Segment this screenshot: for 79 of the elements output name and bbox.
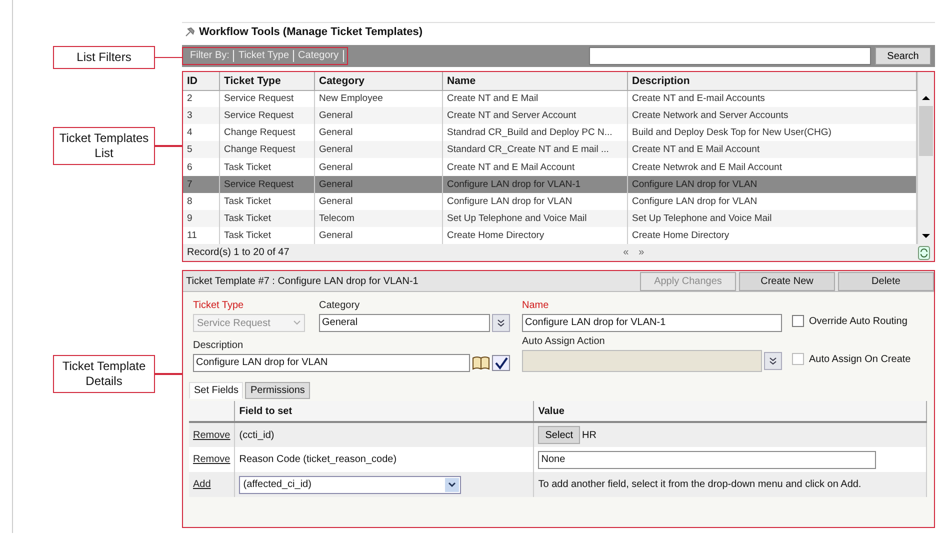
table-row[interactable]: 7 Service Request General Configure LAN drop for VLAN-1 Configure LAN drop for VLAN [183, 176, 917, 193]
select-button[interactable]: Select [538, 426, 580, 444]
window-title: Workflow Tools (Manage Ticket Templates) [199, 26, 423, 38]
column-header: Value [534, 401, 926, 422]
checkbox-label: Override Auto Routing [809, 316, 908, 326]
chevron-icon [497, 319, 505, 327]
field-label: Auto Assign Action [522, 336, 606, 347]
field-label: Ticket Type [193, 300, 245, 311]
table-cell: Set Up Telephone and Voice Mail [442, 210, 628, 227]
table-cell: Service Request [220, 107, 314, 124]
table-row[interactable]: 5 Change Request General Standard CR_Create NT and E mail ... Create NT and E Mail Account [183, 141, 917, 158]
pager-link[interactable]: « [623, 247, 629, 258]
details-title: Ticket Template #7 : Configure LAN drop for VLAN-1 [186, 276, 418, 286]
table-cell: Create Network and Server Accounts [628, 107, 917, 124]
tab[interactable]: Permissions [245, 382, 310, 399]
table-cell: Create NT and E Mail Account [628, 141, 917, 158]
book-icon [472, 355, 490, 371]
value-field[interactable]: None [538, 450, 876, 468]
table-cell: Service Request [220, 176, 314, 193]
scrollbar[interactable] [917, 72, 934, 244]
dropdown-button[interactable] [764, 352, 782, 370]
column-header[interactable]: Description [628, 72, 917, 90]
table-cell: Configure LAN drop for VLAN [628, 176, 917, 193]
column-header[interactable]: Category [314, 72, 442, 90]
name-field[interactable]: Configure LAN drop for VLAN-1 [522, 314, 782, 332]
chevron-icon [448, 482, 456, 488]
checkbox[interactable] [792, 315, 804, 327]
table-cell: 9 [183, 210, 220, 227]
refresh-icon [918, 246, 930, 260]
table-cell: General [314, 141, 442, 158]
search-field[interactable] [589, 47, 871, 65]
table-cell: Set Up Telephone and Voice Mail [628, 210, 917, 227]
callout-label: List Filters [53, 46, 155, 69]
pager-link[interactable]: » [638, 247, 644, 258]
pin-icon [185, 27, 195, 37]
field-label: Category [319, 300, 361, 311]
table-cell: 3 [183, 107, 220, 124]
dropdown-button[interactable] [492, 314, 510, 332]
hint-text: To add another field, select it from the drop-down menu and click on Add. [534, 472, 926, 497]
callout-label: Ticket Template Details [53, 355, 155, 393]
action-button[interactable]: Create New [739, 272, 835, 290]
scroll-up-icon [922, 95, 930, 101]
spellcheck-icon [492, 355, 510, 371]
chevron-icon [293, 320, 301, 326]
table-cell: 5 [183, 141, 220, 158]
table-cell: Task Ticket [220, 210, 314, 227]
table-row[interactable]: 3 Service Request General Create NT and Server Account Create Network and Server Accounts [183, 107, 917, 124]
table-cell: 7 [183, 176, 220, 193]
field-label: Name [522, 300, 550, 311]
scroll-thumb[interactable] [919, 106, 933, 156]
record-count: Record(s) 1 to 20 of 47 [187, 247, 290, 258]
table-cell: Create NT and Server Account [442, 107, 628, 124]
table-cell: General [314, 176, 442, 193]
action-link[interactable]: Add [193, 479, 211, 490]
field-label: Description [193, 340, 244, 351]
field-value: HR [582, 430, 596, 440]
field-name: (ccti_id) [234, 422, 534, 447]
category-field[interactable]: General [319, 314, 490, 332]
action-button[interactable]: Delete [838, 272, 934, 290]
column-header: Field to set [234, 401, 534, 422]
field-name: Reason Code (ticket_reason_code) [234, 447, 534, 472]
table-cell: General [314, 107, 442, 124]
table-row[interactable]: 9 Task Ticket Telecom Set Up Telephone and Voice Mail Set Up Telephone and Voice Mail [183, 210, 917, 227]
field-dropdown[interactable]: (affected_ci_id) [239, 476, 462, 494]
description-field[interactable]: Configure LAN drop for VLAN [193, 354, 470, 372]
table-cell: Change Request [220, 141, 314, 158]
tab[interactable]: Set Fields [189, 382, 244, 399]
callout-label: Ticket Templates List [53, 127, 155, 165]
table-cell: Configure LAN drop for VLAN-1 [442, 176, 628, 193]
chevron-icon [769, 357, 777, 365]
table-cell: Standard CR_Create NT and E mail ... [442, 141, 628, 158]
search-button[interactable]: Search [875, 47, 931, 65]
checkbox-label: Auto Assign On Create [809, 354, 911, 364]
filter-label: Filter By: [186, 50, 234, 62]
table-cell: Telecom [314, 210, 442, 227]
column-header[interactable]: Name [442, 72, 628, 90]
column-header[interactable]: Ticket Type [220, 72, 314, 90]
scroll-down-icon [922, 233, 930, 239]
column-header[interactable]: ID [183, 72, 220, 90]
